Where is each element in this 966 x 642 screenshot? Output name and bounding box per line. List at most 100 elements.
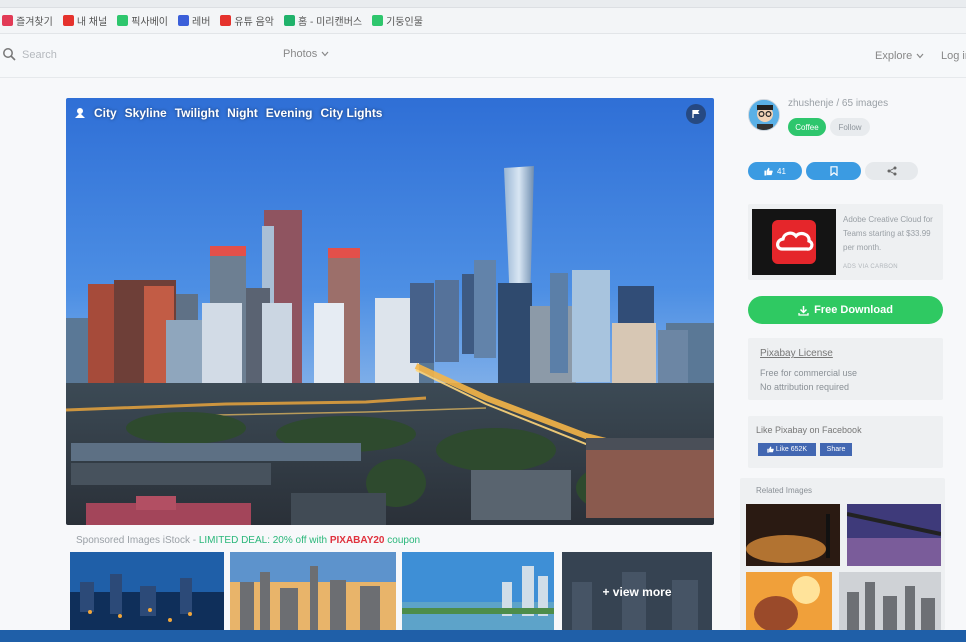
site-header: Photos Explore Log in: [0, 34, 966, 78]
ad-text: Adobe Creative Cloud for Teams starting …: [843, 215, 933, 252]
related-images-title: Related Images: [756, 486, 813, 495]
share-button[interactable]: [865, 162, 918, 180]
license-line: No attribution required: [760, 382, 850, 392]
avatar[interactable]: [748, 99, 780, 131]
sponsored-thumbnails: + view more: [70, 552, 714, 632]
related-image[interactable]: [746, 572, 832, 630]
adobe-cc-logo: [752, 209, 836, 275]
bookmarks-bar: 즐겨찾기 내 채널 픽사베이 레버 유튜 음악 홈 - 미리캔버스 기둥인물: [0, 8, 966, 34]
bookmark-favicon-icon: [62, 15, 74, 26]
bookmark-icon: [829, 166, 838, 176]
explore-dropdown[interactable]: Explore: [875, 50, 924, 62]
flag-icon: [692, 110, 700, 118]
bookmark-item[interactable]: 픽사베이: [117, 13, 168, 28]
download-icon: [798, 305, 809, 316]
city-grayscale-thumbnail: [839, 572, 941, 630]
bookmark-item[interactable]: 홈 - 미리캔버스: [284, 13, 362, 28]
main-content: City Skyline Twilight Night Evening City…: [0, 78, 966, 632]
facebook-box: Like Pixabay on Facebook Like 652K Share: [748, 416, 943, 468]
chevron-down-icon: [321, 51, 329, 57]
bookmark-label: 홈 - 미리캔버스: [298, 17, 363, 28]
view-more-label: + view more: [562, 552, 712, 632]
bookmark-favicon-icon: [220, 15, 232, 26]
coffee-button[interactable]: Coffee: [788, 118, 826, 136]
tag-bar: City Skyline Twilight Night Evening City…: [74, 106, 382, 120]
bookmark-favicon-icon: [117, 15, 129, 26]
search-icon[interactable]: [2, 47, 16, 61]
like-button[interactable]: 41: [748, 162, 802, 180]
sponsored-prefix: Sponsored Images iStock -: [76, 535, 199, 546]
bookmark-label: 픽사베이: [131, 17, 169, 28]
bookmark-item[interactable]: 유튜 음악: [220, 13, 274, 28]
sponsored-thumbnail[interactable]: [70, 552, 224, 632]
bottom-bar: [0, 630, 966, 642]
river-city-thumbnail: [402, 552, 554, 632]
bookmark-button[interactable]: [806, 162, 861, 180]
related-images: Related Images: [740, 478, 945, 630]
bookmark-label: 즐겨찾기: [16, 17, 53, 28]
license-link[interactable]: Pixabay License: [760, 348, 833, 359]
bookmark-favicon-icon: [178, 15, 190, 26]
facebook-title: Like Pixabay on Facebook: [756, 425, 862, 435]
sponsored-thumbnail[interactable]: [230, 552, 396, 632]
ad-via[interactable]: ADS VIA CARBON: [843, 264, 898, 270]
skyline-thumbnail: [230, 552, 396, 632]
night-city-thumbnail: [70, 552, 224, 632]
tag-link[interactable]: Evening: [266, 106, 313, 120]
sponsored-thumbnail[interactable]: [402, 552, 554, 632]
ad-box[interactable]: Adobe Creative Cloud for Teams starting …: [748, 204, 943, 280]
coupon-suffix: coupon: [384, 535, 421, 546]
bookmark-item[interactable]: 내 채널: [62, 13, 108, 28]
street-night-thumbnail: [746, 504, 840, 566]
tag-link[interactable]: City Lights: [320, 106, 382, 120]
follow-button[interactable]: Follow: [830, 118, 870, 136]
bookmark-favicon-icon: [2, 15, 13, 26]
thumbs-up-icon: [767, 446, 774, 453]
avatar-icon: [749, 100, 779, 130]
facebook-share-button[interactable]: Share: [820, 443, 852, 456]
search-input[interactable]: [22, 46, 222, 64]
share-icon: [887, 166, 896, 176]
free-download-label: Free Download: [814, 304, 893, 316]
browser-top-strip: [0, 0, 966, 8]
city-skyline-photo: [66, 98, 714, 525]
bookmark-item[interactable]: 즐겨찾기: [2, 13, 53, 28]
bridge-thumbnail: [847, 504, 941, 566]
login-link[interactable]: Log in: [941, 50, 966, 62]
main-photo[interactable]: City Skyline Twilight Night Evening City…: [66, 98, 714, 525]
tag-link[interactable]: City: [94, 106, 117, 120]
chevron-down-icon: [916, 53, 924, 59]
bookmark-label: 레버: [192, 17, 211, 28]
deal-link[interactable]: LIMITED DEAL: 20% off with: [199, 535, 330, 546]
view-more-thumbnail[interactable]: + view more: [562, 552, 712, 632]
sponsored-line: Sponsored Images iStock - LIMITED DEAL: …: [76, 535, 420, 546]
bookmark-label: 유튜 음악: [234, 17, 275, 28]
bookmark-item[interactable]: 기둥인물: [372, 13, 423, 28]
free-download-button[interactable]: Free Download: [748, 296, 943, 324]
explore-dropdown-label: Explore: [875, 50, 913, 62]
report-button[interactable]: [686, 104, 706, 124]
like-count: 41: [777, 166, 786, 176]
related-image[interactable]: [839, 572, 941, 630]
related-image[interactable]: [847, 504, 941, 566]
tag-link[interactable]: Twilight: [175, 106, 219, 120]
coupon-code[interactable]: PIXABAY20: [330, 535, 385, 546]
photos-dropdown[interactable]: Photos: [283, 48, 329, 60]
tag-link[interactable]: Night: [227, 106, 258, 120]
photos-dropdown-label: Photos: [283, 48, 318, 60]
tag-icon: [75, 108, 85, 118]
license-box: Pixabay License Free for commercial use …: [748, 338, 943, 400]
facebook-like-label: Like 652K: [775, 446, 808, 453]
license-line: Free for commercial use: [760, 368, 858, 378]
bookmark-item[interactable]: 레버: [178, 13, 210, 28]
related-image[interactable]: [746, 504, 840, 566]
tag-link[interactable]: Skyline: [125, 106, 167, 120]
bookmark-favicon-icon: [284, 15, 296, 26]
thumbs-up-icon: [764, 167, 773, 176]
author-name[interactable]: zhushenje / 65 images: [788, 98, 888, 109]
creative-cloud-icon: [772, 220, 816, 264]
bookmark-label: 내 채널: [76, 17, 108, 28]
facebook-like-button[interactable]: Like 652K: [758, 443, 816, 456]
sunset-portrait-thumbnail: [746, 572, 832, 630]
bookmark-favicon-icon: [372, 15, 384, 26]
